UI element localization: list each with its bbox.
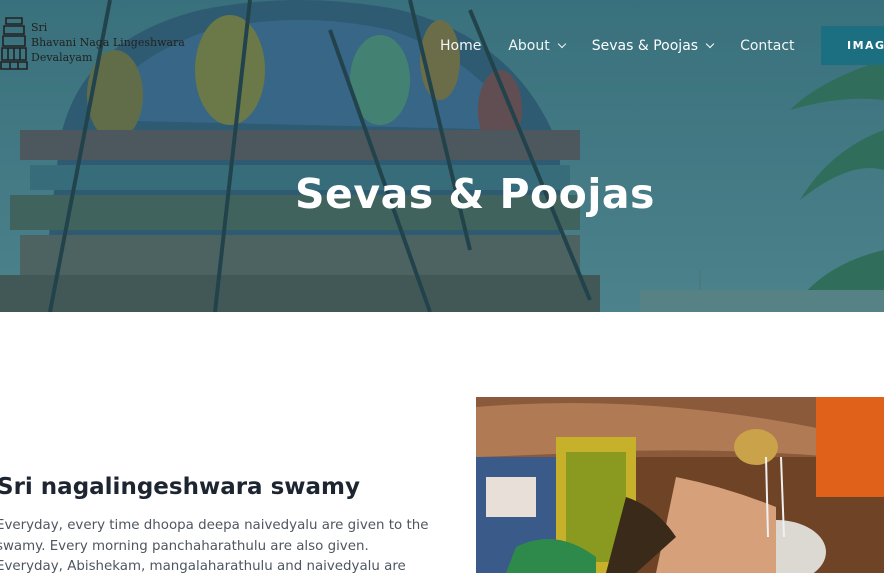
nav-item-label: Contact xyxy=(740,38,795,54)
nav-item-sevas-poojas[interactable]: Sevas & Poojas xyxy=(591,38,715,54)
header-cta-button[interactable]: IMAGE xyxy=(821,26,884,65)
page-title: Sevas & Poojas xyxy=(295,170,655,218)
nav-item-home[interactable]: Home xyxy=(440,38,481,54)
nav-item-about[interactable]: About xyxy=(508,38,566,54)
main-nav: Home About Sevas & Poojas Contact xyxy=(440,36,822,56)
logo-line-2: Bhavani Naga Lingeshwara xyxy=(31,36,185,49)
chevron-down-icon xyxy=(705,39,715,49)
nav-item-label: Home xyxy=(440,38,482,54)
section-body: Everyday, every time dhoopa deepa naived… xyxy=(0,518,429,573)
section-title: Sri nagalingeshwara swamy xyxy=(0,474,361,500)
logo-line-3: Devalayam xyxy=(31,51,93,64)
chevron-down-icon xyxy=(557,39,566,49)
logo-line-1: Sri xyxy=(31,21,48,34)
temple-logo-icon xyxy=(0,17,28,70)
abhishekam-photo xyxy=(476,397,884,573)
site-logo[interactable]: Sri Bhavani Naga Lingeshwara Devalayam xyxy=(0,14,190,74)
cta-label: IMAGE xyxy=(847,39,884,52)
nav-item-label: About xyxy=(508,38,550,54)
nav-item-label: Sevas & Poojas xyxy=(591,38,699,54)
logo-text: Sri Bhavani Naga Lingeshwara Devalayam xyxy=(31,20,185,65)
nav-item-contact[interactable]: Contact xyxy=(740,38,794,54)
